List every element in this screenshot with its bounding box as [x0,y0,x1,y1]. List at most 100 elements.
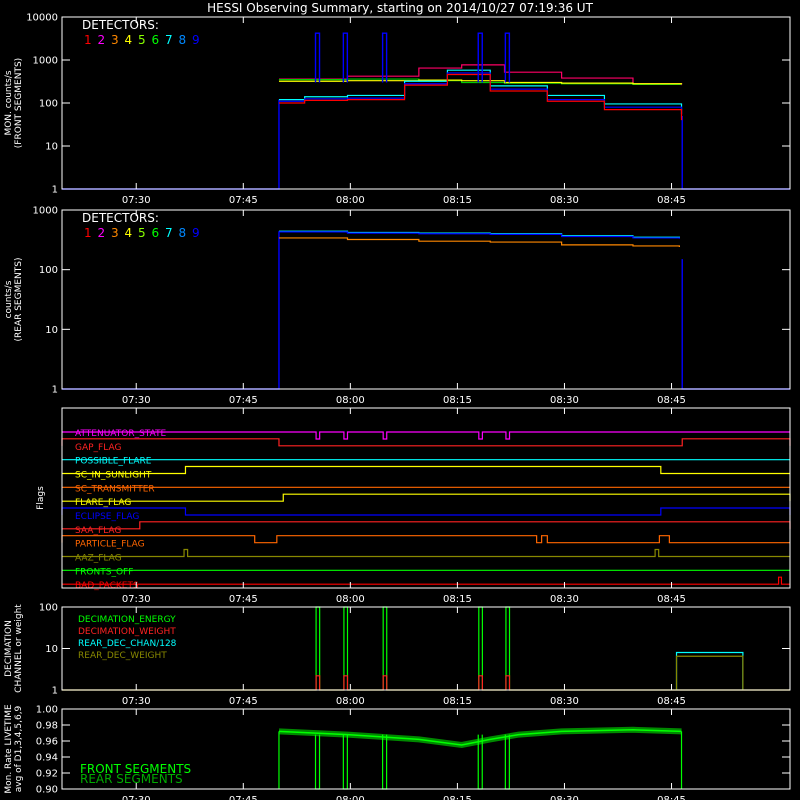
figure-title: HESSI Observing Summary, starting on 201… [207,1,593,15]
panel-4-xtick-label: 08:00 [336,795,365,800]
panel-2-xtick-label: 07:45 [229,594,258,605]
panel-0-ylabel: (FRONT SEGMENTS) [14,58,24,148]
flag-line [61,535,790,544]
panel-4-ylabel: avg of D1,3,4,5,6,9 [14,705,24,792]
decimation-weight-line [62,675,790,691]
panel-rear-segments: 07:30 07:45 08:00 08:15 08:30 08:45 1 10 100 1000… [4,206,791,406]
panel-1-ytick-label: 100 [39,265,58,276]
panel-livetime: FRONT SEGMENTSREAR SEGMENTS07:3007:4508:… [4,704,791,800]
panel-0-legend-detector: 1 [84,33,92,47]
panel-front-segments: 07:30 07:45 08:00 08:15 08:30 08:45 1 10 100 1000… [4,13,791,206]
panel-1-legend-title: DETECTORS: [82,211,159,225]
flag-line [62,521,791,530]
panel-1-ytick-label: 1000 [33,206,58,217]
panel-0-legend-detector: 2 [98,33,106,47]
panel-1-legend-detector: 8 [179,226,187,240]
flag-label: BAD_PACKETS [75,581,139,591]
panel-1-legend-detector: 4 [125,226,133,240]
flag-label: GAP_FLAG [75,443,121,453]
front-spike [381,32,388,83]
panel-0-legend-detector: 5 [138,33,146,47]
panel-4-ytick-label: 0.90 [36,785,58,796]
panel-0-xtick-label: 07:45 [229,195,258,206]
panel-3-ylabel: DECIMATION [4,620,14,677]
flag-line [62,548,790,558]
flag-line [62,465,790,475]
panel-3-xtick-label: 07:30 [122,696,151,707]
front-spike [342,32,349,83]
panel-2-xtick-label: 08:00 [336,594,365,605]
panel-3-xtick-label: 08:45 [657,696,686,707]
panel-1-ytick-label: 1 [52,385,58,396]
panel-0-xtick-label: 07:30 [122,195,151,206]
panel-1-legend-detector: 1 [84,226,92,240]
panel-flags: ATTENUATOR_STATE GAP_FLAG POSSIBLE_FLARE SC… [36,407,791,605]
decimation-legend-label: REAR_DEC_WEIGHT [78,651,167,661]
flag-label: PARTICLE_FLAG [75,540,145,550]
panel-1-xtick-label: 07:45 [229,395,258,406]
flag-label: SAA_FLAG [75,526,121,536]
flag-label: POSSIBLE_FLARE [75,457,152,467]
panel-1-xtick-label: 07:30 [122,395,151,406]
panel-2-xtick-label: 08:15 [443,594,472,605]
livetime-band [278,726,682,749]
panel-2-frame [61,407,791,589]
panel-2-xtick-label: 07:30 [122,594,151,605]
panel-4-ylabel: Mon. Rate LIVETIME [4,704,14,794]
panel-1-xtick-label: 08:30 [550,395,579,406]
flag-label: SC_TRANSMITTER [75,484,155,494]
panel-0-legend-detector: 6 [152,33,160,47]
flag-label: AAZ_FLAG [75,554,122,564]
livetime-dip [504,734,510,790]
flag-line [62,576,790,585]
livetime-dip [382,734,388,790]
panel-decimation: DECIMATION_ENERGY DECIMATION_WEIGHT REAR_D… [4,603,791,707]
flag-label: SC_IN_SUNLIGHT [75,471,152,481]
livetime-dip [314,734,321,790]
panel-3-xtick-label: 08:15 [443,696,472,707]
livetime-legend-rear: REAR SEGMENTS [80,772,183,786]
panel-4-ytick-label: 1.00 [36,705,58,716]
panel-3-xtick-label: 08:00 [336,696,365,707]
flag-line [61,507,791,516]
panel-0-legend-detector: 8 [179,33,187,47]
panel-4-xtick-label: 08:45 [657,795,686,800]
panel-0-xtick-label: 08:00 [336,195,365,206]
rear-dec-weight-line [675,655,744,690]
flag-label: FLARE_FLAG [75,498,131,508]
panel-1-legend-detector: 6 [152,226,160,240]
panel-0-legend-detector: 3 [111,33,119,47]
panel-2-xtick-label: 08:45 [657,594,686,605]
panel-0-ytick-label: 10000 [26,13,58,24]
panel-3-xtick-label: 08:30 [550,696,579,707]
panel-4-ytick-label: 0.94 [36,753,58,764]
panel-0-legend-title: DETECTORS: [82,18,159,32]
rear-baseline-trace [62,231,790,390]
panel-1-xtick-label: 08:45 [657,395,686,406]
panel-4-ytick-label: 0.96 [36,737,58,748]
panel-0-ytick-label: 10 [45,142,58,153]
flag-line [62,493,791,502]
panel-3-ylabel: CHANNEL or weight [14,604,24,693]
panel-1-legend-detector: 2 [98,226,106,240]
panel-1-ylabel: (REAR SEGMENTS) [14,257,24,341]
panel-4-ytick-label: 0.98 [36,721,58,732]
panel-0-xtick-label: 08:30 [550,195,579,206]
decimation-legend-label: DECIMATION_ENERGY [78,615,176,625]
panel-1-ytick-label: 10 [45,325,58,336]
livetime-dip [342,734,348,790]
front-spike [314,32,321,83]
panel-0-xtick-label: 08:15 [443,195,472,206]
decimation-legend-label: REAR_DEC_CHAN/128 [78,639,177,649]
panel-3-ytick-label: 100 [39,603,58,614]
rear-series-line [278,237,680,247]
panel-0-ytick-label: 1000 [33,56,58,67]
flag-line [61,438,791,447]
panel-1-legend-detector: 3 [111,226,119,240]
panel-1-legend-detector: 9 [192,226,200,240]
decimation-legend-label: DECIMATION_WEIGHT [78,627,176,637]
flag-label: ECLIPSE_FLAG [75,512,139,522]
panel-0-ytick-label: 1 [52,185,58,196]
panel-1-xtick-label: 08:15 [443,395,472,406]
flag-label: ATTENUATOR_STATE [75,429,167,439]
